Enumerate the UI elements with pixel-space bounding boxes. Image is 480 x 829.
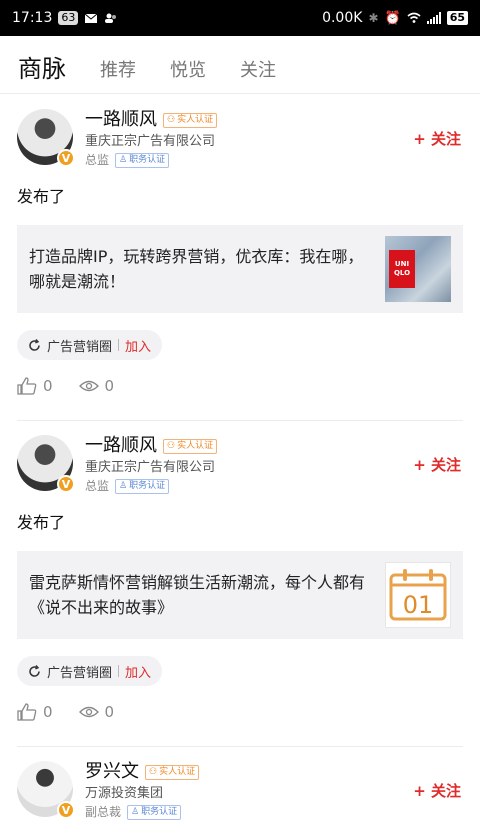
alarm-icon: ⏰ [384, 10, 401, 26]
calendar-day: 01 [403, 591, 434, 619]
mail-icon [85, 13, 98, 23]
person-icon: ⚇ [167, 114, 176, 125]
job-title: 总监 [85, 479, 110, 493]
calendar-icon: 01 [389, 569, 447, 621]
user-name[interactable]: 一路顺风 [85, 109, 157, 131]
user-row: V 一路顺风 ⚇ 实人认证 重庆正宗广告有限公司 总监 ♙ 职务认证 + 关注 [17, 95, 463, 177]
v-badge: V [57, 475, 75, 493]
post-card: V 罗兴文 ⚇ 实人认证 万源投资集团 副总裁 ♙ 职务认证 + 关注 [0, 747, 480, 829]
tie-icon: ♙ [119, 481, 128, 491]
tab-recommend[interactable]: 推荐 [100, 59, 136, 83]
follow-button[interactable]: + 关注 [413, 780, 461, 801]
refresh-icon [29, 338, 40, 351]
refresh-icon [29, 664, 40, 677]
thumbs-up-icon [17, 703, 37, 721]
bluetooth-icon: ✱ [368, 11, 379, 25]
user-row: V 一路顺风 ⚇ 实人认证 重庆正宗广告有限公司 总监 ♙ 职务认证 + 关注 [17, 421, 463, 503]
avatar[interactable]: V [17, 109, 75, 167]
post-action-text: 发布了 [17, 513, 66, 532]
article-link-card[interactable]: 雷克萨斯情怀营销解锁生活新潮流，每个人都有《说不出来的故事》 01 [17, 551, 463, 639]
wifi-icon [407, 12, 421, 23]
net-speed: 0.00K [322, 10, 363, 26]
tab-bar: 商脉 推荐 悦览 关注 [0, 36, 480, 94]
circle-pill: 广告营销圈 加入 [17, 656, 163, 686]
contacts-icon [105, 13, 117, 23]
like-count: 0 [43, 703, 53, 721]
article-link-card[interactable]: 打造品牌IP，玩转跨界营销，优衣库：我在哪，哪就是潮流！ UNI QLO [17, 225, 463, 313]
status-bar: 17:13 63 0.00K ✱ ⏰ 65 [0, 0, 480, 36]
follow-button[interactable]: + 关注 [413, 128, 461, 149]
job-title: 总监 [85, 153, 110, 167]
clock: 17:13 [12, 10, 53, 26]
post-stats: 0 0 [17, 690, 463, 734]
person-icon: ⚇ [167, 440, 176, 451]
person-icon: ⚇ [149, 766, 158, 777]
pill-divider [118, 665, 120, 677]
join-button[interactable]: 加入 [125, 336, 151, 355]
tab-shangmai[interactable]: 商脉 [18, 55, 66, 83]
job-title: 副总裁 [85, 805, 122, 819]
circle-name[interactable]: 广告营销圈 [47, 662, 112, 681]
job-verified-tag: ♙ 职务认证 [115, 153, 170, 168]
tab-follow[interactable]: 关注 [240, 59, 276, 83]
thumbs-up-icon [17, 377, 37, 395]
article-thumbnail: UNI QLO [385, 236, 451, 302]
company-name: 重庆正宗广告有限公司 [85, 460, 216, 475]
circle-name[interactable]: 广告营销圈 [47, 336, 112, 355]
view-count: 0 [104, 377, 115, 395]
battery-level: 65 [446, 11, 468, 25]
uniqlo-logo: UNI QLO [389, 250, 415, 288]
avatar[interactable]: V [17, 435, 75, 493]
tie-icon: ♙ [131, 807, 140, 817]
post-card: V 一路顺风 ⚇ 实人认证 重庆正宗广告有限公司 总监 ♙ 职务认证 + 关注 发布… [0, 421, 480, 747]
follow-button[interactable]: + 关注 [413, 454, 461, 475]
tab-browse[interactable]: 悦览 [170, 59, 206, 83]
circle-pill: 广告营销圈 加入 [17, 330, 163, 360]
real-person-verified-tag: ⚇ 实人认证 [163, 438, 218, 454]
feed-list: V 一路顺风 ⚇ 实人认证 重庆正宗广告有限公司 总监 ♙ 职务认证 + 关注 发布… [0, 95, 480, 829]
like-stat[interactable]: 0 [17, 703, 53, 721]
post-stats: 0 0 [17, 364, 463, 408]
join-button[interactable]: 加入 [125, 662, 151, 681]
article-title: 雷克萨斯情怀营销解锁生活新潮流，每个人都有《说不出来的故事》 [29, 573, 366, 617]
job-verified-tag: ♙ 职务认证 [127, 805, 182, 820]
like-stat[interactable]: 0 [17, 377, 53, 395]
v-badge: V [57, 801, 75, 819]
v-badge: V [57, 149, 75, 167]
post-card: V 一路顺风 ⚇ 实人认证 重庆正宗广告有限公司 总监 ♙ 职务认证 + 关注 发布… [0, 95, 480, 421]
view-count: 0 [104, 703, 115, 721]
article-title: 打造品牌IP，玩转跨界营销，优衣库：我在哪，哪就是潮流！ [29, 247, 364, 291]
notification-count: 63 [58, 11, 79, 25]
pill-divider [118, 339, 120, 351]
eye-icon [78, 706, 99, 718]
tie-icon: ♙ [119, 155, 128, 165]
user-name[interactable]: 一路顺风 [85, 435, 157, 457]
company-name: 重庆正宗广告有限公司 [85, 134, 216, 149]
post-action-text: 发布了 [17, 187, 66, 206]
real-person-verified-tag: ⚇ 实人认证 [145, 764, 200, 780]
like-count: 0 [43, 377, 53, 395]
article-thumbnail: 01 [385, 562, 451, 628]
user-name[interactable]: 罗兴文 [85, 761, 139, 783]
view-stat: 0 [78, 377, 115, 395]
job-verified-tag: ♙ 职务认证 [115, 479, 170, 494]
eye-icon [78, 380, 99, 392]
view-stat: 0 [78, 703, 115, 721]
real-person-verified-tag: ⚇ 实人认证 [163, 112, 218, 128]
avatar[interactable]: V [17, 761, 75, 819]
user-row: V 罗兴文 ⚇ 实人认证 万源投资集团 副总裁 ♙ 职务认证 + 关注 [17, 747, 463, 829]
signal-icon [426, 12, 441, 24]
